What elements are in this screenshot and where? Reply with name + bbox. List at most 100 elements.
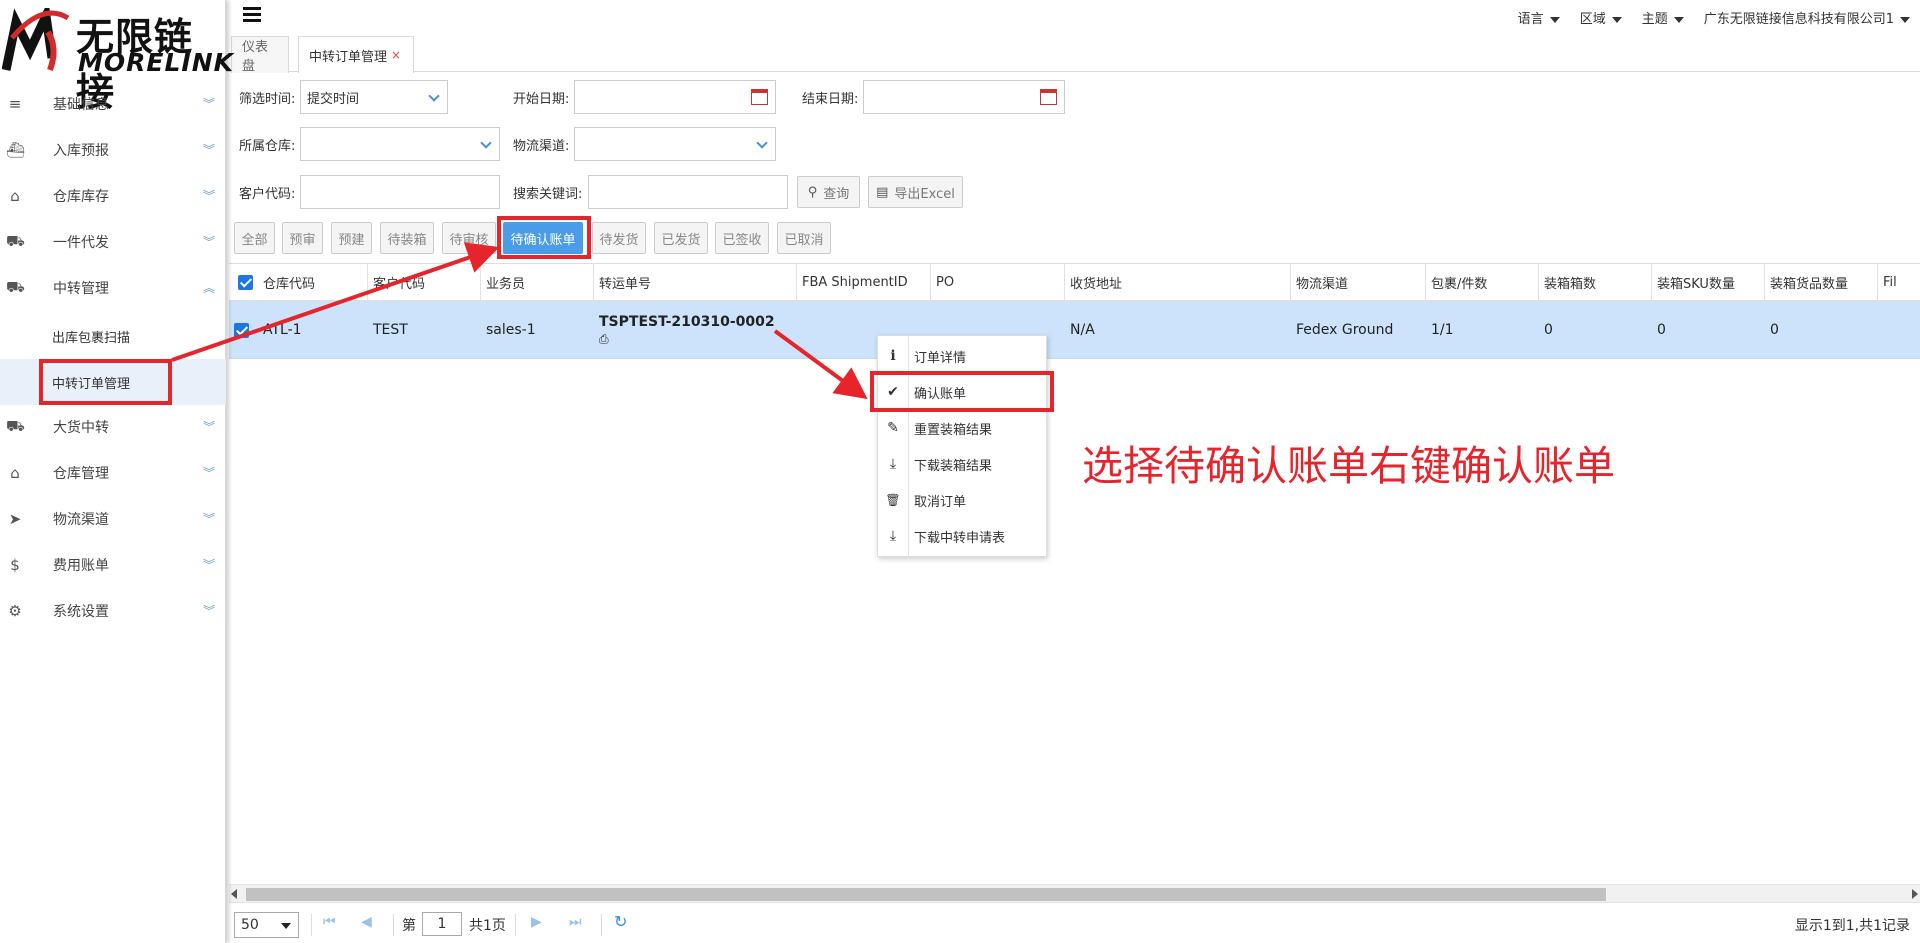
- page-prefix: 第: [402, 918, 416, 934]
- th-warehouse[interactable]: 仓库代码: [258, 264, 368, 301]
- company-dropdown[interactable]: 广东无限链接信息科技有限公司1: [1704, 8, 1910, 27]
- sidebar-item-warehouse-management[interactable]: ⌂ 仓库管理 ︾: [0, 450, 226, 496]
- th-fil[interactable]: Fil: [1878, 264, 1920, 301]
- scrollbar-thumb[interactable]: [246, 888, 1606, 901]
- ctx-order-details[interactable]: i 订单详情: [878, 338, 1046, 374]
- sidebar-item-inbound-forecast[interactable]: ⛴ 入库预报 ︾: [0, 127, 226, 173]
- sidebar-item-inventory[interactable]: ⌂ 仓库库存 ︾: [0, 173, 226, 219]
- channel-select[interactable]: [574, 127, 776, 161]
- th-parcels[interactable]: 包裹/件数: [1426, 264, 1539, 301]
- chevron-down-icon: ︾: [202, 511, 215, 526]
- hamburger-menu-icon[interactable]: [243, 7, 261, 23]
- sidebar-item-transfer-management[interactable]: ⛟ 中转管理 ︽: [0, 265, 226, 311]
- sidebar-item-billing[interactable]: $ 费用账单 ︾: [0, 542, 226, 588]
- search-button[interactable]: ⚲ 查询: [797, 176, 860, 208]
- ctx-download-packing[interactable]: ⤓ 下载装箱结果: [878, 446, 1046, 482]
- chevron-down-icon: ︾: [202, 96, 215, 111]
- status-to-ship-button[interactable]: 待发货: [592, 222, 646, 254]
- pager-separator: [601, 914, 602, 936]
- ctx-reset-packing[interactable]: ✎ 重置装箱结果: [878, 410, 1046, 446]
- region-dropdown[interactable]: 区域: [1580, 8, 1622, 27]
- annotation-box-confirm-bill: [870, 371, 1054, 412]
- page-size-select[interactable]: 50: [234, 912, 299, 938]
- prev-page-icon[interactable]: ◀: [361, 914, 372, 930]
- status-precreate-button[interactable]: 预建: [331, 222, 372, 254]
- ctx-cancel-order[interactable]: 🗑 取消订单: [878, 482, 1046, 518]
- language-dropdown[interactable]: 语言: [1518, 8, 1560, 27]
- sidebar-item-dropshipping[interactable]: ⛟ 一件代发 ︾: [0, 219, 226, 265]
- status-to-review-button[interactable]: 待审核: [442, 222, 496, 254]
- page-number-input[interactable]: 1: [422, 912, 462, 936]
- warehouse-select[interactable]: [300, 127, 500, 161]
- calendar-icon[interactable]: [1040, 89, 1057, 105]
- theme-dropdown[interactable]: 主题: [1642, 8, 1684, 27]
- sidebar-item-label: 仓库库存: [53, 189, 109, 205]
- cell-address: N/A: [1070, 322, 1095, 338]
- sidebar-item-label: 系统设置: [53, 604, 109, 620]
- sidebar-item-system-settings[interactable]: ⚙ 系统设置 ︾: [0, 588, 226, 634]
- th-fba-shipment-id[interactable]: FBA ShipmentID: [797, 264, 931, 301]
- scroll-right-arrow-icon[interactable]: [1912, 889, 1918, 899]
- refresh-icon[interactable]: ↻: [614, 912, 627, 931]
- last-page-icon[interactable]: ⏭: [569, 914, 582, 930]
- export-excel-button[interactable]: ▤ 导出Excel: [868, 176, 963, 208]
- tab-dashboard[interactable]: 仪表盘: [231, 36, 289, 74]
- th-sales[interactable]: 业务员: [481, 264, 594, 301]
- sidebar-item-logistics-channel[interactable]: ➤ 物流渠道 ︾: [0, 496, 226, 542]
- logo-en-text: MORELINK: [78, 48, 234, 77]
- table-header: 仓库代码 客户代码 业务员 转运单号 FBA ShipmentID PO 收货地…: [229, 263, 1920, 301]
- th-sku-qty[interactable]: 装箱SKU数量: [1652, 264, 1765, 301]
- chevron-down-icon: [480, 137, 492, 149]
- tab-label: 仪表盘: [242, 40, 269, 74]
- sidebar-item-bulk-transfer[interactable]: ⛟ 大货中转 ︾: [0, 404, 226, 450]
- close-icon[interactable]: ×: [391, 48, 401, 62]
- calendar-icon[interactable]: [751, 89, 768, 105]
- th-po[interactable]: PO: [931, 264, 1065, 301]
- th-address[interactable]: 收货地址: [1065, 264, 1291, 301]
- table-row[interactable]: ATL-1 TEST sales-1 TSPTEST-210310-0002 ⎙…: [229, 301, 1920, 359]
- th-boxes[interactable]: 装箱箱数: [1539, 264, 1652, 301]
- home-icon: ⌂: [10, 464, 20, 482]
- horizontal-scrollbar[interactable]: [229, 884, 1920, 902]
- scroll-left-arrow-icon[interactable]: [231, 889, 237, 899]
- sidebar-item-label: 仓库管理: [53, 466, 109, 482]
- th-transfer-no[interactable]: 转运单号: [594, 264, 797, 301]
- sidebar-subitem-outbound-scan[interactable]: 出库包裹扫描: [0, 313, 226, 359]
- status-precheck-button[interactable]: 预审: [282, 222, 323, 254]
- filter-time-select[interactable]: 提交时间: [300, 80, 448, 114]
- select-all-checkbox[interactable]: [238, 275, 253, 290]
- start-date-input[interactable]: [574, 80, 776, 114]
- th-customer[interactable]: 客户代码: [368, 264, 481, 301]
- tab-transfer-orders[interactable]: 中转订单管理 ×: [298, 36, 414, 73]
- caret-down-icon: [1673, 16, 1684, 23]
- context-menu: i 订单详情 ✔ 确认账单 ✎ 重置装箱结果 ⤓ 下载装箱结果 🗑 取消订单 ⤓…: [877, 335, 1047, 557]
- ctx-download-transfer-form[interactable]: ⤓ 下载中转申请表: [878, 518, 1046, 554]
- th-channel[interactable]: 物流渠道: [1291, 264, 1426, 301]
- th-goods-qty[interactable]: 装箱货品数量: [1765, 264, 1878, 301]
- cell-customer: TEST: [373, 322, 408, 338]
- chevron-down-icon: ︾: [202, 419, 215, 434]
- sidebar-item-basic-info[interactable]: ≡ 基础信息 ︾: [0, 81, 226, 127]
- chevron-down-icon: ︾: [202, 142, 215, 157]
- row-checkbox[interactable]: [234, 322, 249, 338]
- chevron-down-icon: ︾: [202, 557, 215, 572]
- status-signed-button[interactable]: 已签收: [715, 222, 769, 254]
- end-date-input[interactable]: [863, 80, 1065, 114]
- cell-warehouse: ATL-1: [263, 322, 302, 338]
- first-page-icon[interactable]: ⏮: [323, 914, 336, 930]
- chevron-down-icon: ︾: [202, 465, 215, 480]
- inbox-icon: ⌂: [10, 187, 20, 205]
- status-all-button[interactable]: 全部: [234, 222, 275, 254]
- next-page-icon[interactable]: ▶: [531, 914, 542, 930]
- truck-icon: ⛟: [6, 278, 25, 296]
- keyword-input[interactable]: [588, 175, 788, 209]
- print-icon[interactable]: ⎙: [599, 332, 609, 347]
- truck-icon: ⛟: [6, 417, 25, 435]
- status-to-pack-button[interactable]: 待装箱: [380, 222, 434, 254]
- status-shipped-button[interactable]: 已发货: [654, 222, 708, 254]
- download-icon: ⤓: [889, 528, 897, 544]
- status-cancelled-button[interactable]: 已取消: [777, 222, 831, 254]
- customer-code-input[interactable]: [300, 175, 500, 209]
- transfer-no-link[interactable]: TSPTEST-210310-0002: [599, 314, 775, 330]
- cell-channel: Fedex Ground: [1296, 322, 1394, 338]
